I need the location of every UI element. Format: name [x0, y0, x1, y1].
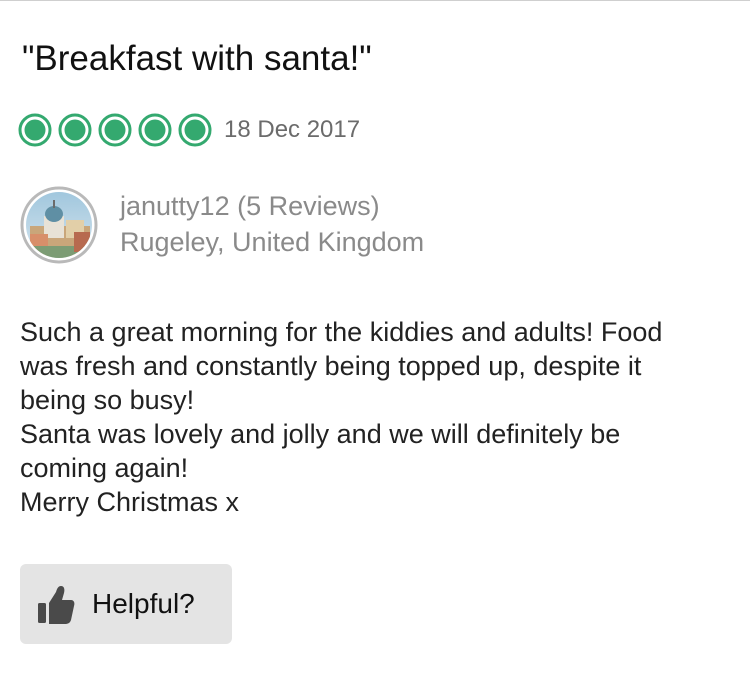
reviewer-info: janutty12 (5 Reviews) Rugeley, United Ki…: [20, 186, 424, 264]
reviewer-location: Rugeley, United Kingdom: [120, 227, 425, 257]
thumbs-up-icon: [38, 586, 75, 624]
review-text-line: Merry Christmas x: [20, 487, 240, 517]
rating-row: 18 Dec 2017: [18, 113, 360, 147]
review-text-line: Santa was lovely and jolly and we will d…: [20, 419, 621, 449]
helpful-button[interactable]: Helpful?: [20, 564, 232, 644]
review-date: 18 Dec 2017: [224, 116, 361, 143]
rating-bubble-icon: [18, 113, 52, 147]
rating-bubble-icon: [138, 113, 172, 147]
helpful-button-label: Helpful?: [92, 588, 195, 619]
avatar[interactable]: [20, 186, 98, 264]
reviewer-name-link[interactable]: janutty12 (5 Reviews): [120, 188, 424, 224]
reviewer-details: janutty12 (5 Reviews) Rugeley, United Ki…: [120, 188, 424, 260]
rating-bubble-icon: [178, 113, 212, 147]
review-title: "Breakfast with santa!": [22, 39, 372, 78]
rating-bubble-icon: [98, 113, 132, 147]
review-text-line: Such a great morning for the kiddies and…: [20, 317, 663, 347]
review-text-line: coming again!: [20, 453, 189, 483]
review-text-line: being so busy!: [20, 385, 195, 415]
review-card: "Breakfast with santa!" 18 Dec 2017 janu…: [0, 0, 750, 685]
bubble-rating: [18, 113, 218, 147]
review-text-line: was fresh and constantly being topped up…: [20, 351, 642, 381]
rating-bubble-icon: [58, 113, 92, 147]
review-text: Such a great morning for the kiddies and…: [20, 315, 720, 519]
